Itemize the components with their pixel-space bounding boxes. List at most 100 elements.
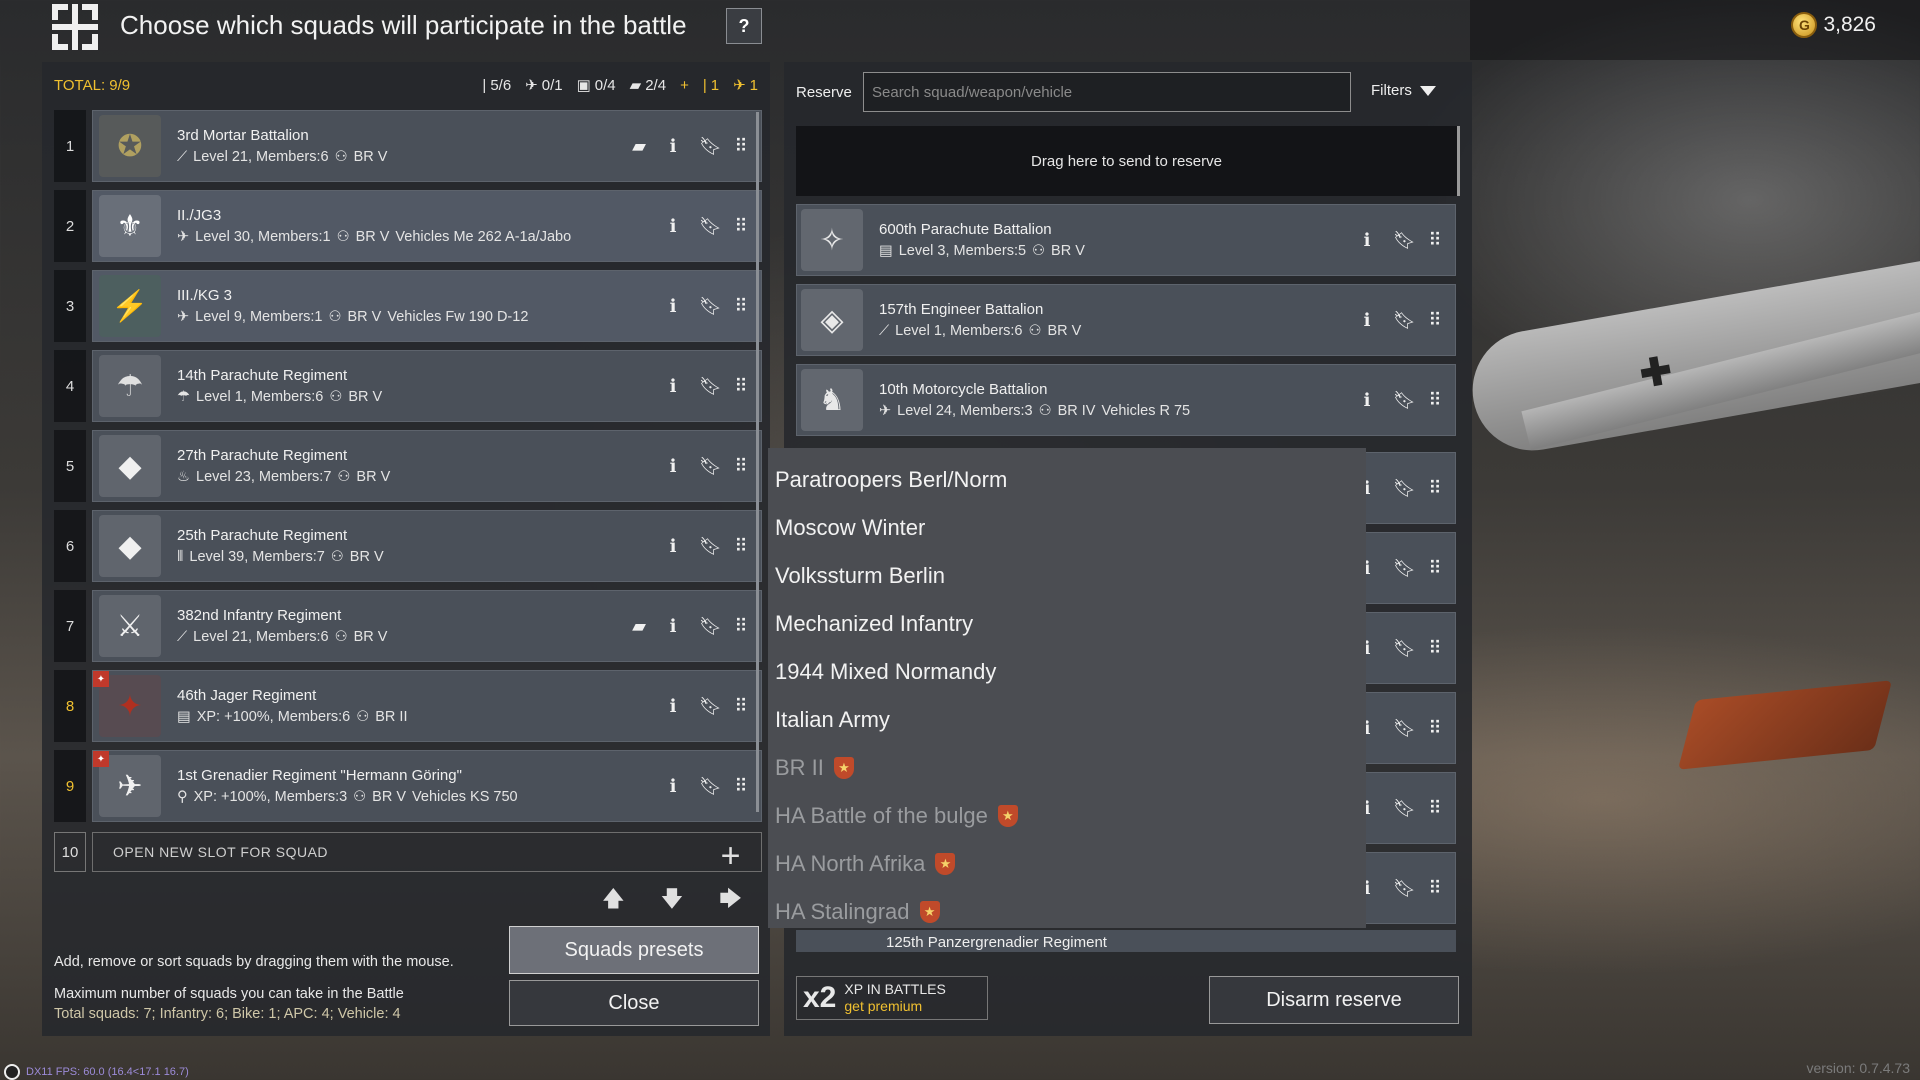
drag-handle-icon[interactable]: ⠿ (733, 696, 749, 717)
bookmark-icon[interactable]: 🔖︎ (1393, 798, 1416, 819)
bookmark-icon[interactable]: 🔖︎ (699, 776, 722, 797)
preset-item[interactable]: Mechanized Infantry (768, 600, 1366, 648)
info-icon[interactable]: ℹ (665, 296, 681, 317)
drag-handle-icon[interactable]: ⠿ (1427, 878, 1443, 899)
squad-card[interactable]: ⚜ II./JG3 ✈ Level 30, Members:1 ⚇ BR V V… (92, 190, 762, 262)
bookmark-icon[interactable]: 🔖︎ (1393, 558, 1416, 579)
preset-item[interactable]: HA Stalingrad ★ (768, 888, 1366, 936)
squad-row[interactable]: 7 ⚔ 382nd Infantry Regiment ⟋ Level 21, … (54, 590, 762, 662)
filters-button[interactable]: Filters (1371, 82, 1436, 99)
squad-card[interactable]: ⚔ 382nd Infantry Regiment ⟋ Level 21, Me… (92, 590, 762, 662)
bookmark-icon[interactable]: 🔖︎ (699, 376, 722, 397)
drag-handle-icon[interactable]: ⠿ (733, 456, 749, 477)
open-slot-row[interactable]: 10 OPEN NEW SLOT FOR SQUAD + (54, 832, 762, 872)
get-premium-link[interactable]: get premium (844, 998, 945, 1015)
squad-row[interactable]: 9 ✦ ✈ 1st Grenadier Regiment "Hermann Gö… (54, 750, 762, 822)
preset-item[interactable]: HA North Afrika ★ (768, 840, 1366, 888)
book-icon[interactable]: ▰ (631, 616, 647, 637)
drag-handle-icon[interactable]: ⠿ (733, 216, 749, 237)
info-icon[interactable]: ℹ (665, 536, 681, 557)
squad-name: II./JG3 (177, 207, 222, 224)
search-input[interactable] (863, 72, 1351, 112)
bookmark-icon[interactable]: 🔖︎ (1393, 310, 1416, 331)
bookmark-icon[interactable]: 🔖︎ (699, 456, 722, 477)
squad-row[interactable]: 6 ◆ 25th Parachute Regiment ⦀ Level 39, … (54, 510, 762, 582)
bookmark-icon[interactable]: 🔖︎ (1393, 718, 1416, 739)
info-icon[interactable]: ℹ (1359, 390, 1375, 411)
drag-handle-icon[interactable]: ⠿ (733, 776, 749, 797)
open-slot-button[interactable]: OPEN NEW SLOT FOR SQUAD + (92, 832, 762, 872)
drag-handle-icon[interactable]: ⠿ (1427, 478, 1443, 499)
info-icon[interactable]: ℹ (1359, 310, 1375, 331)
preset-item[interactable]: Paratroopers Berl/Norm (768, 456, 1366, 504)
arrow-up-icon[interactable]: 🡅 (602, 882, 625, 920)
squads-presets-button[interactable]: Squads presets (509, 926, 759, 974)
help-button[interactable]: ? (726, 8, 762, 44)
squad-card[interactable]: ✦ ✦ 46th Jager Regiment ▤ XP: +100%, Mem… (92, 670, 762, 742)
premium-xp-box[interactable]: x2 XP IN BATTLES get premium (796, 976, 988, 1020)
disarm-reserve-button[interactable]: Disarm reserve (1209, 976, 1459, 1024)
squad-row[interactable]: 4 ☂ 14th Parachute Regiment ☂ Level 1, M… (54, 350, 762, 422)
squad-card[interactable]: ◆ 27th Parachute Regiment ♨ Level 23, Me… (92, 430, 762, 502)
info-icon[interactable]: ℹ (665, 696, 681, 717)
reserve-item[interactable]: ♞ 10th Motorcycle Battalion ✈ Level 24, … (796, 364, 1456, 436)
bookmark-icon[interactable]: 🔖︎ (699, 136, 722, 157)
squad-row[interactable]: 3 ⚡ III./KG 3 ✈ Level 9, Members:1 ⚇ BR … (54, 270, 762, 342)
preset-item[interactable]: Volkssturm Berlin (768, 552, 1366, 600)
info-icon[interactable]: ℹ (665, 136, 681, 157)
drag-handle-icon[interactable]: ⠿ (1427, 310, 1443, 331)
drag-handle-icon[interactable]: ⠿ (1427, 230, 1443, 251)
close-button[interactable]: Close (509, 980, 759, 1026)
arrow-right-icon[interactable]: 🡆 (719, 882, 742, 920)
squad-card[interactable]: ⚡ III./KG 3 ✈ Level 9, Members:1 ⚇ BR V … (92, 270, 762, 342)
squad-list-scrollbar[interactable] (756, 112, 759, 812)
drag-handle-icon[interactable]: ⠿ (1427, 718, 1443, 739)
preset-item[interactable]: BR II ★ (768, 744, 1366, 792)
bookmark-icon[interactable]: 🔖︎ (1393, 478, 1416, 499)
motorcycle-icon: ⚲ (177, 789, 188, 805)
preset-item[interactable]: HA Battle of the bulge ★ (768, 792, 1366, 840)
arrow-down-icon[interactable]: 🡇 (661, 882, 684, 920)
squad-card[interactable]: ✪ 3rd Mortar Battalion ⟋ Level 21, Membe… (92, 110, 762, 182)
bookmark-icon[interactable]: 🔖︎ (699, 296, 722, 317)
info-icon[interactable]: ℹ (665, 376, 681, 397)
bookmark-icon[interactable]: 🔖︎ (699, 536, 722, 557)
squad-row[interactable]: 5 ◆ 27th Parachute Regiment ♨ Level 23, … (54, 430, 762, 502)
info-icon[interactable]: ℹ (665, 776, 681, 797)
squad-row[interactable]: 2 ⚜ II./JG3 ✈ Level 30, Members:1 ⚇ BR V… (54, 190, 762, 262)
squad-row[interactable]: 1 ✪ 3rd Mortar Battalion ⟋ Level 21, Mem… (54, 110, 762, 182)
bookmark-icon[interactable]: 🔖︎ (699, 216, 722, 237)
drag-handle-icon[interactable]: ⠿ (733, 376, 749, 397)
reserve-item[interactable]: ◈ 157th Engineer Battalion ⟋ Level 1, Me… (796, 284, 1456, 356)
drag-handle-icon[interactable]: ⠿ (733, 616, 749, 637)
drag-handle-icon[interactable]: ⠿ (733, 296, 749, 317)
book-icon[interactable]: ▰ (631, 136, 647, 157)
bookmark-icon[interactable]: 🔖︎ (699, 696, 722, 717)
preset-item[interactable]: Italian Army (768, 696, 1366, 744)
slot-number: 6 (54, 510, 86, 582)
drag-handle-icon[interactable]: ⠿ (1427, 638, 1443, 659)
drag-handle-icon[interactable]: ⠿ (733, 136, 749, 157)
info-icon[interactable]: ℹ (1359, 230, 1375, 251)
info-icon[interactable]: ℹ (665, 456, 681, 477)
drag-handle-icon[interactable]: ⠿ (1427, 390, 1443, 411)
drag-handle-icon[interactable]: ⠿ (1427, 798, 1443, 819)
squad-totals-hint: Total squads: 7; Infantry: 6; Bike: 1; A… (54, 1006, 401, 1022)
drag-handle-icon[interactable]: ⠿ (733, 536, 749, 557)
info-icon[interactable]: ℹ (665, 216, 681, 237)
bookmark-icon[interactable]: 🔖︎ (1393, 878, 1416, 899)
squad-card[interactable]: ✦ ✈ 1st Grenadier Regiment "Hermann Göri… (92, 750, 762, 822)
info-icon[interactable]: ℹ (665, 616, 681, 637)
bookmark-icon[interactable]: 🔖︎ (1393, 638, 1416, 659)
bookmark-icon[interactable]: 🔖︎ (1393, 230, 1416, 251)
preset-item[interactable]: Moscow Winter (768, 504, 1366, 552)
squad-card[interactable]: ☂ 14th Parachute Regiment ☂ Level 1, Mem… (92, 350, 762, 422)
squad-card[interactable]: ◆ 25th Parachute Regiment ⦀ Level 39, Me… (92, 510, 762, 582)
squad-row[interactable]: 8 ✦ ✦ 46th Jager Regiment ▤ XP: +100%, M… (54, 670, 762, 742)
reserve-drop-zone[interactable]: Drag here to send to reserve (796, 126, 1460, 196)
bookmark-icon[interactable]: 🔖︎ (699, 616, 722, 637)
drag-handle-icon[interactable]: ⠿ (1427, 558, 1443, 579)
bookmark-icon[interactable]: 🔖︎ (1393, 390, 1416, 411)
preset-item[interactable]: 1944 Mixed Normandy (768, 648, 1366, 696)
reserve-item[interactable]: ✧ 600th Parachute Battalion ▤ Level 3, M… (796, 204, 1456, 276)
